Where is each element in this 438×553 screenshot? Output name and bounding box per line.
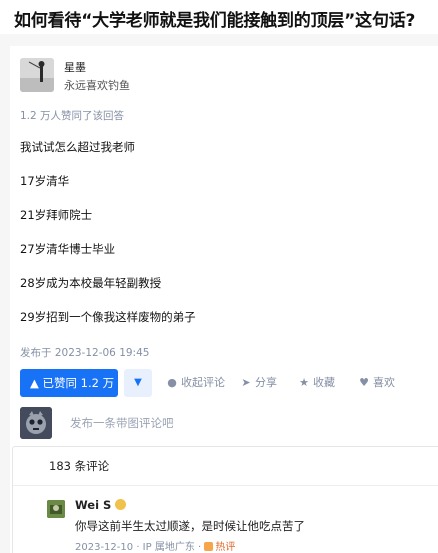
author-avatar[interactable] xyxy=(20,58,54,92)
share-icon: ➤ xyxy=(241,376,251,389)
answer-line: 27岁清华博士毕业 xyxy=(20,242,116,256)
page-body: 星墨 永远喜欢钓鱼 1.2 万人赞同了该回答 我试试怎么超过我老师 17岁清华 … xyxy=(0,34,438,553)
collapse-comments-button[interactable]: ● 收起评论 xyxy=(166,369,225,397)
action-bar: ▲ 已赞同 1.2 万 ▼ ● 收起评论 ➤ 分享 ★ 收藏 ♥ 喜欢 xyxy=(20,369,438,397)
share-label: 分享 xyxy=(255,376,277,389)
share-button[interactable]: ➤ 分享 xyxy=(240,369,277,397)
comment-input[interactable]: 发布一条带图评论吧 xyxy=(70,415,174,431)
comment-username: Wei S xyxy=(75,498,112,512)
collapse-comments-label: 收起评论 xyxy=(181,376,225,389)
hot-icon xyxy=(204,542,214,551)
answer-card: 星墨 永远喜欢钓鱼 1.2 万人赞同了该回答 我试试怎么超过我老师 17岁清华 … xyxy=(10,46,438,553)
comment-avatar[interactable] xyxy=(47,500,65,518)
comment-panel: 183 条评论 Wei S 你导这前半生太过顺遂，是时候让他吃点苦了 2023-… xyxy=(12,446,438,553)
current-user-avatar xyxy=(20,407,52,439)
hot-comment-label: 热评 xyxy=(215,542,236,553)
heart-icon: ♥ xyxy=(359,376,369,389)
star-icon: ★ xyxy=(299,376,309,389)
favorite-button[interactable]: ★ 收藏 xyxy=(298,369,335,397)
author-name[interactable]: 星墨 xyxy=(64,59,86,75)
comment-text: 你导这前半生太过顺遂，是时候让他吃点苦了 xyxy=(75,519,305,533)
like-label: 喜欢 xyxy=(373,376,395,389)
upvote-count-note: 1.2 万人赞同了该回答 xyxy=(20,110,125,122)
badge-icon xyxy=(115,499,127,510)
answer-line: 29岁招到一个像我这样废物的弟子 xyxy=(20,310,196,324)
publish-time: 发布于 2023-12-06 19:45 xyxy=(20,347,150,359)
downvote-button[interactable]: ▼ xyxy=(124,369,152,397)
comment-user[interactable]: Wei S xyxy=(75,498,127,512)
comment-date: 2023-12-10 xyxy=(75,542,134,553)
comment-count: 183 条评论 xyxy=(49,459,110,473)
favorite-label: 收藏 xyxy=(313,376,335,389)
answer-line: 我试试怎么超过我老师 xyxy=(20,140,135,154)
answer-line: 21岁拜师院士 xyxy=(20,208,93,222)
comment-meta: 2023-12-10 · IP 属地广东 · 热评 xyxy=(75,542,236,553)
comment-location: IP 属地广东 xyxy=(142,542,195,553)
comment-icon: ● xyxy=(167,376,177,389)
divider xyxy=(13,485,438,486)
author-bio: 永远喜欢钓鱼 xyxy=(64,79,130,92)
question-title[interactable]: 如何看待“大学老师就是我们能接触到的顶层”这句话? xyxy=(14,6,415,31)
upvote-button[interactable]: ▲ 已赞同 1.2 万 xyxy=(20,369,118,397)
question-header: 如何看待“大学老师就是我们能接触到的顶层”这句话? xyxy=(0,0,438,34)
like-button[interactable]: ♥ 喜欢 xyxy=(358,369,395,397)
answer-line: 17岁清华 xyxy=(20,174,70,188)
comment-compose: 发布一条带图评论吧 xyxy=(20,407,438,445)
answer-line: 28岁成为本校最年轻副教授 xyxy=(20,276,162,290)
